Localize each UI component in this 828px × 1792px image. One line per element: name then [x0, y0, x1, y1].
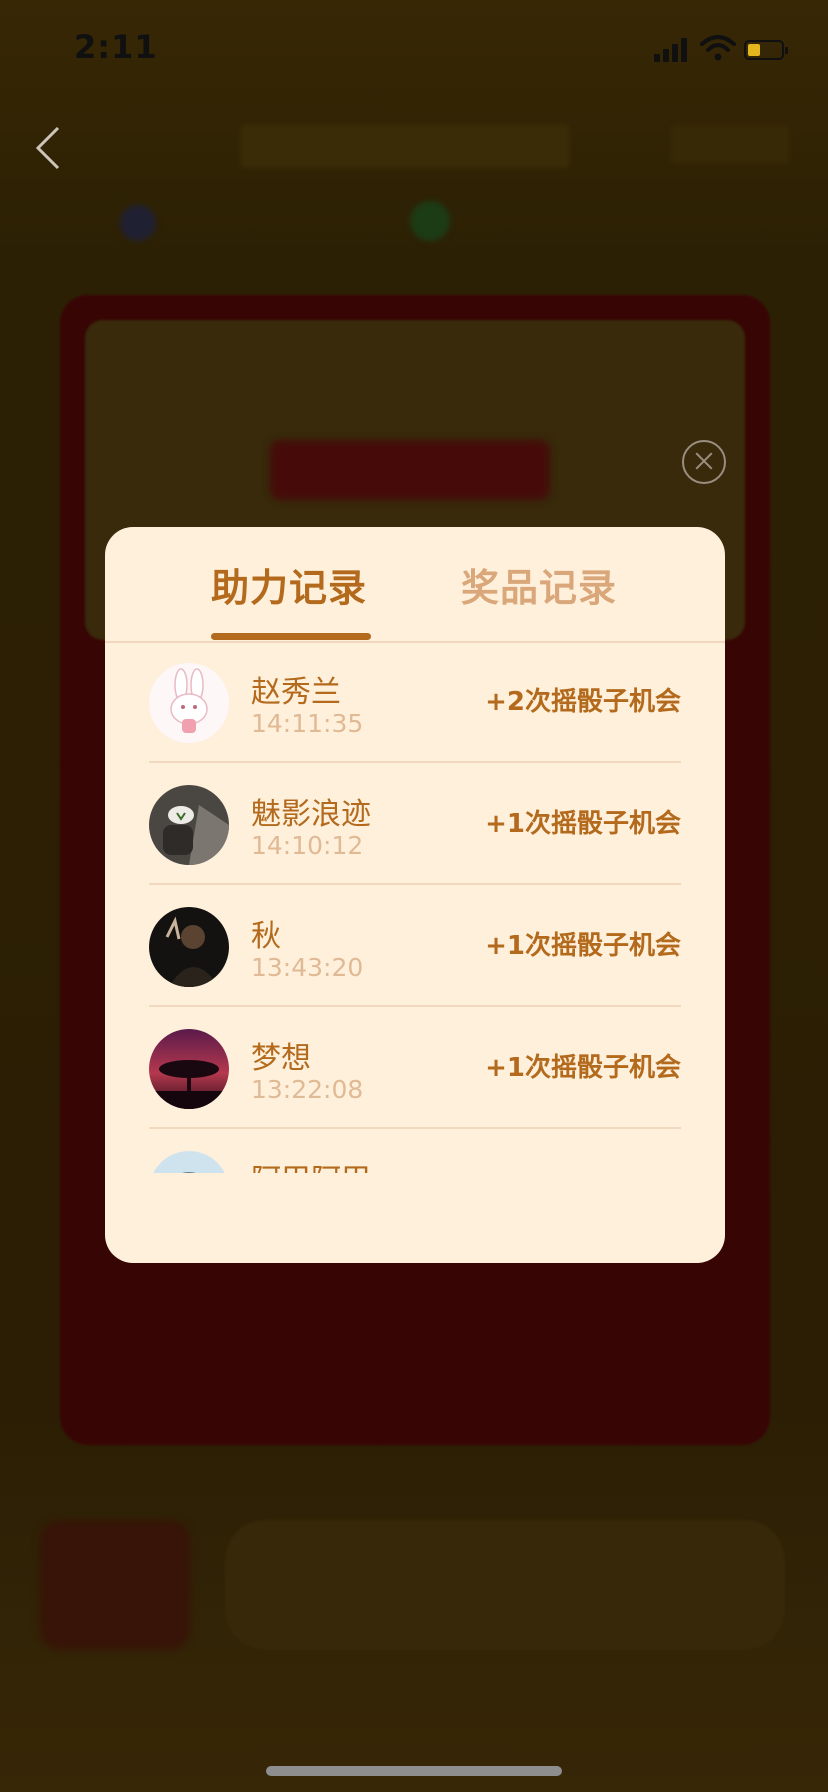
cup-avatar: [149, 785, 229, 865]
cartoon-avatar: [149, 1151, 229, 1173]
close-icon[interactable]: [682, 440, 726, 484]
record-reward: +1次摇骰子机会: [485, 931, 681, 961]
record-reward: +1次摇骰子机会: [485, 1053, 681, 1083]
list-item: 魅影浪迹 14:10:12 +1次摇骰子机会: [149, 763, 681, 885]
record-reward: +2次摇骰子机会: [485, 687, 681, 717]
list-item: 秋 13:43:20 +1次摇骰子机会: [149, 885, 681, 1007]
record-time: 14:11:35: [251, 709, 364, 738]
record-user-name: 魅影浪迹: [251, 797, 371, 832]
record-user-name: 秋: [251, 919, 281, 954]
rabbit-avatar: [149, 663, 229, 743]
sunset-tree-avatar: [149, 1029, 229, 1109]
record-time: 14:10:12: [251, 831, 364, 860]
record-time: 13:22:08: [251, 1075, 364, 1104]
person-avatar: [149, 907, 229, 987]
list-item: 梦想 13:22:08 +1次摇骰子机会: [149, 1007, 681, 1129]
help-record-list[interactable]: 赵秀兰 14:11:35 +2次摇骰子机会 魅影浪迹 14:10:12 +1次摇…: [149, 641, 681, 1173]
home-indicator[interactable]: [266, 1766, 562, 1776]
record-user-name: 赵秀兰: [251, 675, 341, 710]
record-user-name: 阿甲阿甲: [251, 1155, 371, 1173]
record-user-name: 梦想: [251, 1041, 311, 1076]
list-item: 阿甲阿甲: [149, 1129, 681, 1173]
record-reward: +1次摇骰子机会: [485, 809, 681, 839]
active-tab-underline: [211, 633, 371, 640]
list-item: 赵秀兰 14:11:35 +2次摇骰子机会: [149, 641, 681, 763]
tab-help-records[interactable]: 助力记录: [211, 557, 367, 612]
records-modal: 助力记录 奖品记录 赵秀兰 14:11:35 +2次摇骰子机会 魅影浪迹 14:…: [105, 527, 725, 1263]
tab-prize-records[interactable]: 奖品记录: [461, 557, 617, 612]
modal-tabs: 助力记录 奖品记录: [105, 527, 725, 643]
record-time: 13:43:20: [251, 953, 364, 982]
